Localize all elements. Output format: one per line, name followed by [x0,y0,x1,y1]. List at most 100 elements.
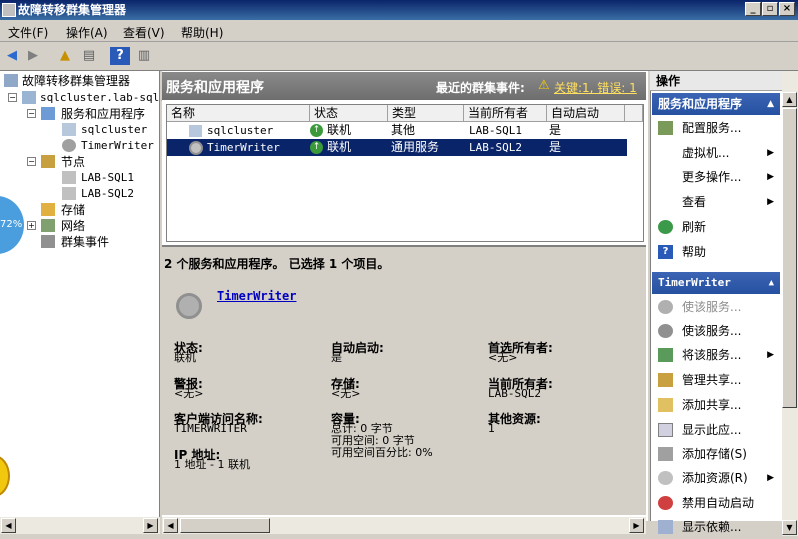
action-view[interactable]: 查看 ▶ [652,191,780,213]
scroll-down-icon[interactable]: ▼ [782,520,797,535]
column-type[interactable]: 类型 [388,105,464,122]
scroll-thumb[interactable] [782,108,797,408]
action-help[interactable]: ? 帮助 [652,241,780,263]
tree-node-lab-sql1[interactable]: LAB-SQL1 [81,170,134,186]
status-value: 联机 [174,351,196,364]
toolbar: ◀ ▶ ▲ ▤ ? ▥ [0,43,798,71]
row-name: TimerWriter [207,141,280,154]
action-take-offline[interactable]: 使该服务... [652,320,780,342]
collapse-icon[interactable]: − [27,109,36,118]
recent-events-label: 最近的群集事件: [436,81,525,95]
collapse-caret-icon[interactable]: ▲ [767,93,774,115]
scroll-right-icon[interactable]: ▶ [143,518,158,533]
action-manage-shares[interactable]: 管理共享... [652,369,780,391]
scroll-thumb[interactable] [180,518,270,533]
app-icon [2,3,16,17]
tree-cluster-events[interactable]: 群集事件 [61,234,109,250]
other-resources-label: 其他资源: [488,412,541,426]
tree-storage[interactable]: 存储 [61,202,85,218]
column-name[interactable]: 名称 [167,105,310,122]
network-icon [41,219,55,232]
action-add-resource[interactable]: 添加资源(R) ▶ [652,467,780,489]
service-icon [62,123,76,136]
collapse-icon[interactable]: − [27,157,36,166]
window-title: 故障转移群集管理器 [18,3,127,17]
table-row[interactable]: sqlcluster ↑ 联机 其他 LAB-SQL1 是 [167,122,627,139]
action-bring-online[interactable]: 使该服务... [652,296,780,318]
actions-section-services[interactable]: 服务和应用程序 ▲ [652,93,780,115]
action-virtual-machine[interactable]: 虚拟机... ▶ [652,142,780,164]
expand-icon[interactable]: + [27,221,36,230]
action-show-dependencies[interactable]: 显示依赖... [652,516,780,536]
refresh-icon [658,220,673,234]
selected-service-link[interactable]: TimerWriter [217,289,296,303]
center-title: 服务和应用程序 [166,80,264,96]
maximize-button[interactable]: ▫ [762,2,778,16]
row-type: 通用服务 [391,140,440,154]
title-bar: 故障转移群集管理器 _ ▫ × [0,0,798,20]
cluster-manager-icon [4,74,18,87]
help-icon[interactable]: ? [110,47,130,65]
action-disable-auto-start[interactable]: 禁用自动启动 [652,492,780,514]
minimize-button[interactable]: _ [745,2,761,16]
gear-icon [62,139,76,152]
tree-horizontal-scrollbar[interactable] [0,517,160,534]
row-auto-start: 是 [549,123,562,137]
warning-icon: ⚠ [538,78,550,93]
column-current-owner[interactable]: 当前所有者 [464,105,547,122]
tree-cluster[interactable]: sqlcluster.lab-sql. [40,90,166,106]
menu-file[interactable]: 文件(F) [8,24,48,41]
help-icon: ? [658,245,673,259]
menu-help[interactable]: 帮助(H) [181,24,223,41]
services-list: 名称 状态 类型 当前所有者 自动启动 sqlcluster ↑ 联机 其他 L… [166,104,644,242]
collapse-caret-icon[interactable]: ▲ [769,272,774,294]
scroll-up-icon[interactable]: ▲ [782,92,797,107]
collapse-icon[interactable]: − [8,93,17,102]
table-row-selected[interactable]: TimerWriter ↑ 联机 通用服务 LAB-SQL2 是 [167,139,627,156]
submenu-arrow-icon: ▶ [767,197,774,207]
shares-icon [658,373,673,387]
tree-services-and-apps[interactable]: 服务和应用程序 [61,106,145,122]
menu-view[interactable]: 查看(V) [123,24,165,41]
gear-icon [658,471,673,485]
forward-arrow-icon[interactable]: ▶ [23,47,43,65]
back-arrow-icon[interactable]: ◀ [2,47,22,65]
gear-icon [658,300,673,314]
configure-icon [658,121,673,135]
tree-root[interactable]: 故障转移群集管理器 [22,73,130,89]
actions-section-timerwriter[interactable]: TimerWriter ▲ [652,272,780,294]
row-status: 联机 [327,140,352,154]
show-hide-tree-icon[interactable]: ▤ [79,47,99,65]
column-status[interactable]: 状态 [310,105,388,122]
action-move-service[interactable]: 将该服务... ▶ [652,344,780,366]
action-more-actions[interactable]: 更多操作... ▶ [652,166,780,188]
server-icon [62,187,76,200]
column-auto-start[interactable]: 自动启动 [547,105,625,122]
storage-icon [658,447,673,461]
scroll-right-icon[interactable]: ▶ [629,518,644,533]
close-button[interactable]: × [779,2,795,16]
action-configure-service[interactable]: 配置服务... [652,117,780,139]
action-add-storage[interactable]: 添加存储(S) [652,443,780,465]
summary-text: 2 个服务和应用程序。 已选择 1 个项目。 [164,257,390,271]
folder-up-icon[interactable]: ▲ [55,47,75,65]
action-show-report[interactable]: 显示此应... [652,419,780,441]
action-add-share[interactable]: 添加共享... [652,394,780,416]
server-icon [62,171,76,184]
tree-nodes[interactable]: 节点 [61,154,85,170]
show-hide-action-pane-icon[interactable]: ▥ [134,47,154,65]
scroll-left-icon[interactable]: ◀ [163,518,178,533]
tree-service-timerwriter[interactable]: TimerWriter [81,138,154,154]
tree-service-sqlcluster[interactable]: sqlcluster [81,122,147,138]
row-owner: LAB-SQL1 [469,124,522,137]
menu-action[interactable]: 操作(A) [66,24,108,41]
nodes-icon [41,155,55,168]
scroll-left-icon[interactable]: ◀ [1,518,16,533]
recent-events-link[interactable]: 关键:1, 错误: 1 [554,79,646,96]
tree-node-lab-sql2[interactable]: LAB-SQL2 [81,186,134,202]
gear-icon [176,293,202,319]
section-title: TimerWriter [658,276,731,289]
submenu-arrow-icon: ▶ [767,172,774,182]
tree-network[interactable]: 网络 [61,218,85,234]
action-refresh[interactable]: 刷新 [652,216,780,238]
